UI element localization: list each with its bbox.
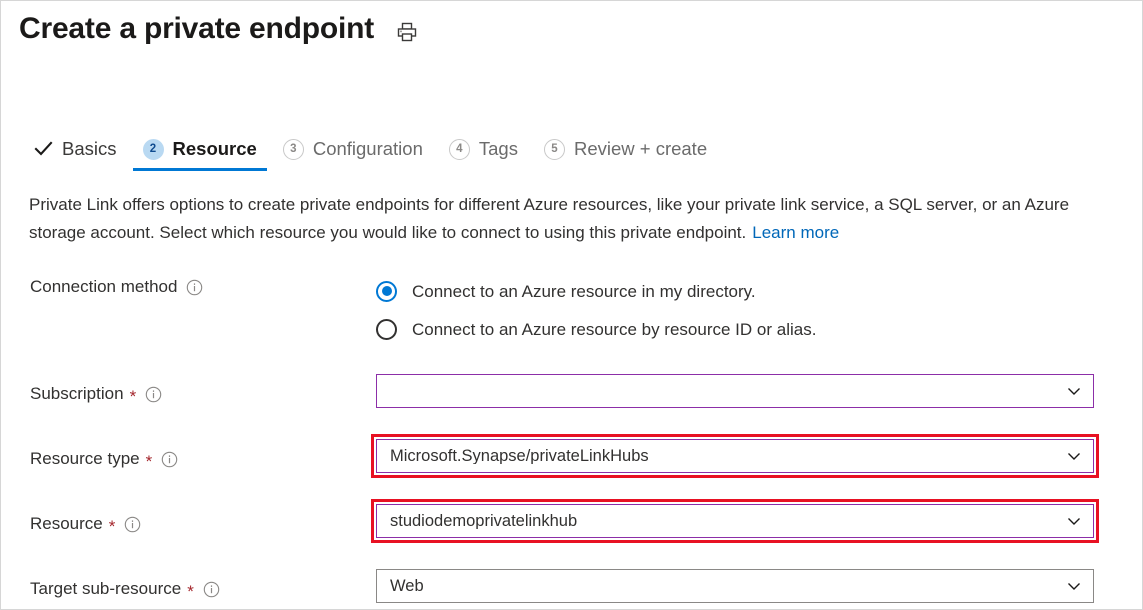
page-header: Create a private endpoint: [19, 9, 418, 49]
dropdown-wrap-subscription: [376, 374, 1094, 408]
printer-icon[interactable]: [396, 21, 418, 43]
radio-mark-unselected: [376, 319, 397, 340]
resource-form: Connection method Connect to an Azure re…: [1, 267, 1143, 609]
page-title: Create a private endpoint: [19, 9, 374, 49]
label-text-connection-method: Connection method: [30, 277, 177, 297]
tab-badge-3: 3: [283, 139, 304, 160]
tab-configuration[interactable]: 3 Configuration: [270, 127, 436, 171]
subscription-dropdown[interactable]: [376, 374, 1094, 408]
field-resource: Resource * studiodemoprivatelinkhub: [1, 504, 1143, 544]
label-connection-method: Connection method: [1, 267, 376, 307]
check-icon: [32, 139, 53, 160]
label-target-sub-resource: Target sub-resource *: [1, 569, 376, 609]
resource-value: studiodemoprivatelinkhub: [390, 513, 577, 530]
description-body: Private Link offers options to create pr…: [29, 195, 1069, 242]
tab-label-resource: Resource: [173, 140, 257, 159]
wizard-tabs: Basics 2 Resource 3 Configuration 4 Tags…: [27, 127, 720, 171]
info-icon[interactable]: [203, 581, 220, 598]
label-text-resource: Resource: [30, 514, 103, 534]
tab-basics[interactable]: Basics: [27, 127, 130, 171]
label-resource: Resource *: [1, 504, 376, 544]
target-sub-resource-dropdown[interactable]: Web: [376, 569, 1094, 603]
resource-type-value: Microsoft.Synapse/privateLinkHubs: [390, 448, 649, 465]
description-text: Private Link offers options to create pr…: [29, 191, 1119, 247]
info-icon[interactable]: [145, 386, 162, 403]
radio-connect-resource-id[interactable]: Connect to an Azure resource by resource…: [376, 310, 1143, 348]
field-subscription: Subscription *: [1, 374, 1143, 414]
tab-label-review-create: Review + create: [574, 140, 707, 159]
label-subscription: Subscription *: [1, 374, 376, 414]
tab-badge-5: 5: [544, 139, 565, 160]
label-text-target-sub-resource: Target sub-resource: [30, 579, 181, 599]
tab-resource[interactable]: 2 Resource: [130, 127, 270, 171]
tab-label-basics: Basics: [62, 140, 117, 159]
required-asterisk: *: [187, 583, 194, 600]
tab-label-configuration: Configuration: [313, 140, 423, 159]
label-text-subscription: Subscription: [30, 384, 124, 404]
label-text-resource-type: Resource type: [30, 449, 140, 469]
radio-mark-selected: [376, 281, 397, 302]
learn-more-link[interactable]: Learn more: [752, 223, 839, 242]
info-icon[interactable]: [124, 516, 141, 533]
chevron-down-icon: [1065, 577, 1083, 595]
field-connection-method: Connection method Connect to an Azure re…: [1, 267, 1143, 348]
resource-dropdown[interactable]: studiodemoprivatelinkhub: [376, 504, 1094, 538]
dropdown-wrap-resource: studiodemoprivatelinkhub: [376, 504, 1094, 538]
radio-connect-directory[interactable]: Connect to an Azure resource in my direc…: [376, 272, 1143, 310]
radio-group-connection-method: Connect to an Azure resource in my direc…: [376, 267, 1143, 348]
dropdown-wrap-resource-type: Microsoft.Synapse/privateLinkHubs: [376, 439, 1094, 473]
label-resource-type: Resource type *: [1, 439, 376, 479]
control-resource: studiodemoprivatelinkhub: [376, 504, 1143, 538]
field-target-sub-resource: Target sub-resource * Web: [1, 569, 1143, 609]
field-resource-type: Resource type * Microsoft.Synapse/privat…: [1, 439, 1143, 479]
control-target-sub-resource: Web: [376, 569, 1143, 603]
control-resource-type: Microsoft.Synapse/privateLinkHubs: [376, 439, 1143, 473]
tab-review-create[interactable]: 5 Review + create: [531, 127, 720, 171]
chevron-down-icon: [1065, 512, 1083, 530]
tab-badge-2: 2: [143, 139, 164, 160]
create-private-endpoint-page: Create a private endpoint Basics 2 Resou…: [0, 0, 1143, 610]
tab-label-tags: Tags: [479, 140, 518, 159]
control-subscription: [376, 374, 1143, 408]
required-asterisk: *: [146, 453, 153, 470]
chevron-down-icon: [1065, 382, 1083, 400]
radio-label-connect-directory: Connect to an Azure resource in my direc…: [412, 283, 756, 300]
tab-tags[interactable]: 4 Tags: [436, 127, 531, 171]
dropdown-wrap-target-sub-resource: Web: [376, 569, 1094, 603]
info-icon[interactable]: [161, 451, 178, 468]
target-sub-resource-value: Web: [390, 578, 424, 595]
required-asterisk: *: [109, 518, 116, 535]
active-tab-underline: [133, 168, 267, 171]
control-connection-method: Connect to an Azure resource in my direc…: [376, 267, 1143, 348]
radio-label-connect-resource-id: Connect to an Azure resource by resource…: [412, 321, 816, 338]
chevron-down-icon: [1065, 447, 1083, 465]
resource-type-dropdown[interactable]: Microsoft.Synapse/privateLinkHubs: [376, 439, 1094, 473]
tab-badge-4: 4: [449, 139, 470, 160]
required-asterisk: *: [130, 388, 137, 405]
info-icon[interactable]: [186, 279, 203, 296]
